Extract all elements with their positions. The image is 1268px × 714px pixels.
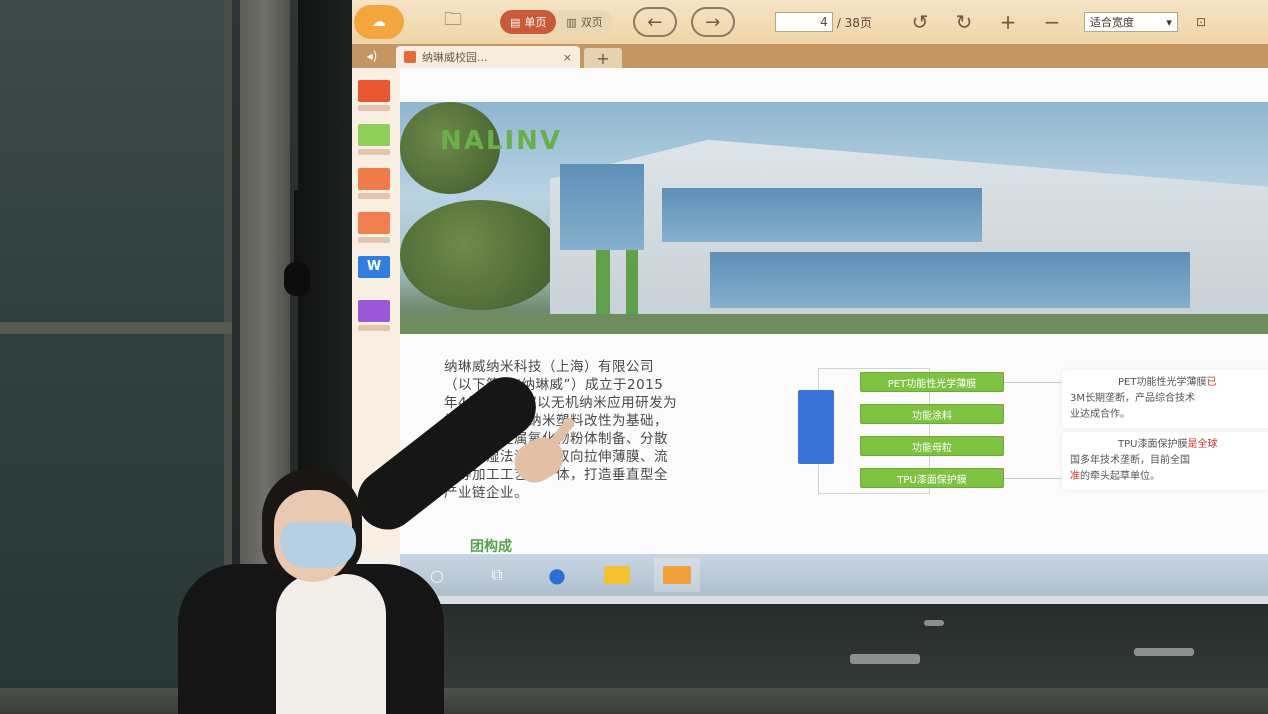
- page-mode-toggle: ▤ 单页 ▥ 双页: [500, 10, 613, 34]
- zoom-in-icon[interactable]: +: [990, 8, 1026, 36]
- arrow-right-icon: →: [705, 11, 721, 33]
- intro-line: 纳琳威纳米科技（上海）有限公司: [444, 359, 654, 375]
- reader-toolbar: ☁ 🗀 ▤ 单页 ▥ 双页 ← → 4 / 38页 ↺ ↻ + − 适合宽度 ▾ ⊡: [352, 0, 1268, 44]
- lawn: [400, 314, 1268, 334]
- new-tab-button[interactable]: +: [584, 48, 622, 68]
- glass-facade: [560, 164, 644, 250]
- product-description: PET功能性光学薄膜已 3M长期垄断，产品综合技术 业达成合作。: [1062, 370, 1268, 428]
- product-diagram: PET功能性光学薄膜 功能涂料 功能母粒 TPU漆面保护膜 PET功能性光学薄膜…: [796, 360, 1268, 510]
- connector-line: [1004, 382, 1062, 383]
- microphone: [284, 262, 310, 296]
- tool-image-icon[interactable]: [358, 168, 390, 199]
- file-explorer-icon[interactable]: [594, 558, 640, 592]
- tool-convert-icon[interactable]: [358, 212, 390, 243]
- green-pillar: [626, 250, 638, 314]
- double-page-button[interactable]: ▥ 双页: [556, 10, 612, 34]
- tool-pdf-icon[interactable]: [358, 80, 390, 111]
- company-logo: NALINV: [440, 126, 563, 156]
- tab-close-button[interactable]: ×: [563, 51, 572, 64]
- next-page-button[interactable]: →: [690, 7, 735, 37]
- chalk-mark: [850, 654, 920, 664]
- chalk-mark: [924, 620, 944, 626]
- tree: [400, 200, 560, 310]
- page-number-input[interactable]: 4: [774, 12, 833, 32]
- product-box: PET功能性光学薄膜: [860, 372, 1004, 392]
- fullscreen-icon[interactable]: ⊡: [1196, 15, 1206, 29]
- open-folder-icon[interactable]: 🗀: [432, 8, 474, 36]
- double-page-icon: ▥: [566, 15, 577, 29]
- campus-building-photo: NALINV: [400, 102, 1268, 334]
- diagram-center-node: [798, 390, 834, 464]
- page-total: / 38页: [836, 15, 872, 30]
- app-logo-icon[interactable]: ☁: [354, 5, 404, 39]
- page-icon: ▤: [510, 15, 521, 29]
- presenter-shirt: [276, 574, 386, 714]
- tool-photo-icon[interactable]: [358, 300, 390, 331]
- chevron-down-icon: ▾: [1166, 15, 1172, 29]
- reader-app-icon[interactable]: [654, 558, 700, 592]
- sidebar-toggle-icon[interactable]: ◂): [352, 44, 392, 68]
- chalk-mark: [1134, 648, 1194, 656]
- previous-page-button[interactable]: ←: [632, 7, 677, 37]
- product-box: TPU漆面保护膜: [860, 468, 1004, 488]
- arrow-left-icon: ←: [647, 11, 663, 33]
- document-tab[interactable]: 纳琳威校园... ×: [396, 46, 580, 68]
- single-page-button[interactable]: ▤ 单页: [500, 10, 557, 34]
- glass-facade: [662, 188, 982, 242]
- product-box: 功能涂料: [860, 404, 1004, 424]
- connector-line: [1004, 478, 1062, 479]
- zoom-out-icon[interactable]: −: [1034, 8, 1070, 36]
- product-description: TPU漆面保护膜是全球 国多年技术垄断，目前全国 准的牵头起草单位。: [1062, 432, 1268, 490]
- tool-list-icon[interactable]: [358, 124, 390, 155]
- tool-word-icon[interactable]: W: [358, 256, 390, 278]
- page-indicator: 4 / 38页: [774, 12, 872, 32]
- rotate-left-icon[interactable]: ↺: [902, 8, 938, 36]
- green-pillar: [596, 250, 610, 314]
- face-mask: [280, 522, 356, 568]
- ppt-file-icon: [404, 51, 416, 63]
- glass-facade: [710, 252, 1190, 308]
- chalkboard-divider: [0, 322, 232, 334]
- zoom-select[interactable]: 适合宽度 ▾: [1083, 12, 1178, 32]
- product-box: 功能母粒: [860, 436, 1004, 456]
- presenter: [178, 365, 598, 714]
- rotate-right-icon[interactable]: ↻: [946, 8, 982, 36]
- classroom-scene: ☁ 🗀 ▤ 单页 ▥ 双页 ← → 4 / 38页 ↺ ↻ + − 适合宽度 ▾ ⊡ …: [0, 0, 1268, 714]
- document-tabbar: ◂) 纳琳威校园... × +: [352, 44, 1268, 68]
